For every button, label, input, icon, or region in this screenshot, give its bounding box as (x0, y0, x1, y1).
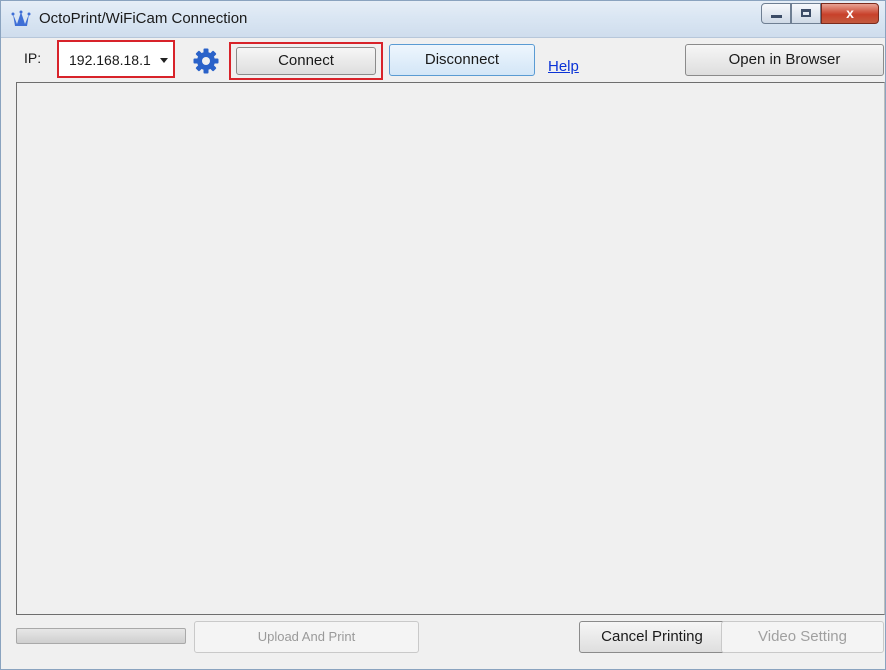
octoprint-crown-icon (11, 10, 31, 26)
close-icon: x (846, 5, 854, 21)
disconnect-button[interactable]: Disconnect (389, 44, 535, 76)
ip-label: IP: (24, 50, 42, 66)
connect-button[interactable]: Connect (236, 47, 376, 75)
maximize-button[interactable] (791, 3, 821, 24)
progress-bar (16, 628, 186, 644)
ip-address-value[interactable]: 192.168.18.1 (69, 52, 155, 68)
help-link[interactable]: Help (548, 58, 579, 75)
title-bar[interactable]: OctoPrint/WiFiCam Connection x (1, 1, 885, 38)
upload-and-print-button[interactable]: Upload And Print (194, 621, 419, 653)
maximize-icon (801, 9, 811, 17)
open-in-browser-button[interactable]: Open in Browser (685, 44, 884, 76)
chevron-down-icon[interactable] (160, 58, 168, 63)
window-title: OctoPrint/WiFiCam Connection (39, 10, 248, 27)
close-button[interactable]: x (821, 3, 879, 24)
minimize-icon (771, 15, 782, 18)
gear-icon[interactable] (192, 47, 220, 75)
connect-highlight: Connect (229, 42, 383, 80)
preview-pane (16, 82, 885, 615)
cancel-printing-button[interactable]: Cancel Printing (579, 621, 725, 653)
minimize-button[interactable] (761, 3, 791, 24)
app-window: OctoPrint/WiFiCam Connection x IP: 192.1… (0, 0, 886, 670)
video-setting-button[interactable]: Video Setting (721, 621, 884, 653)
ip-address-combobox[interactable]: 192.168.18.1 (57, 40, 175, 78)
